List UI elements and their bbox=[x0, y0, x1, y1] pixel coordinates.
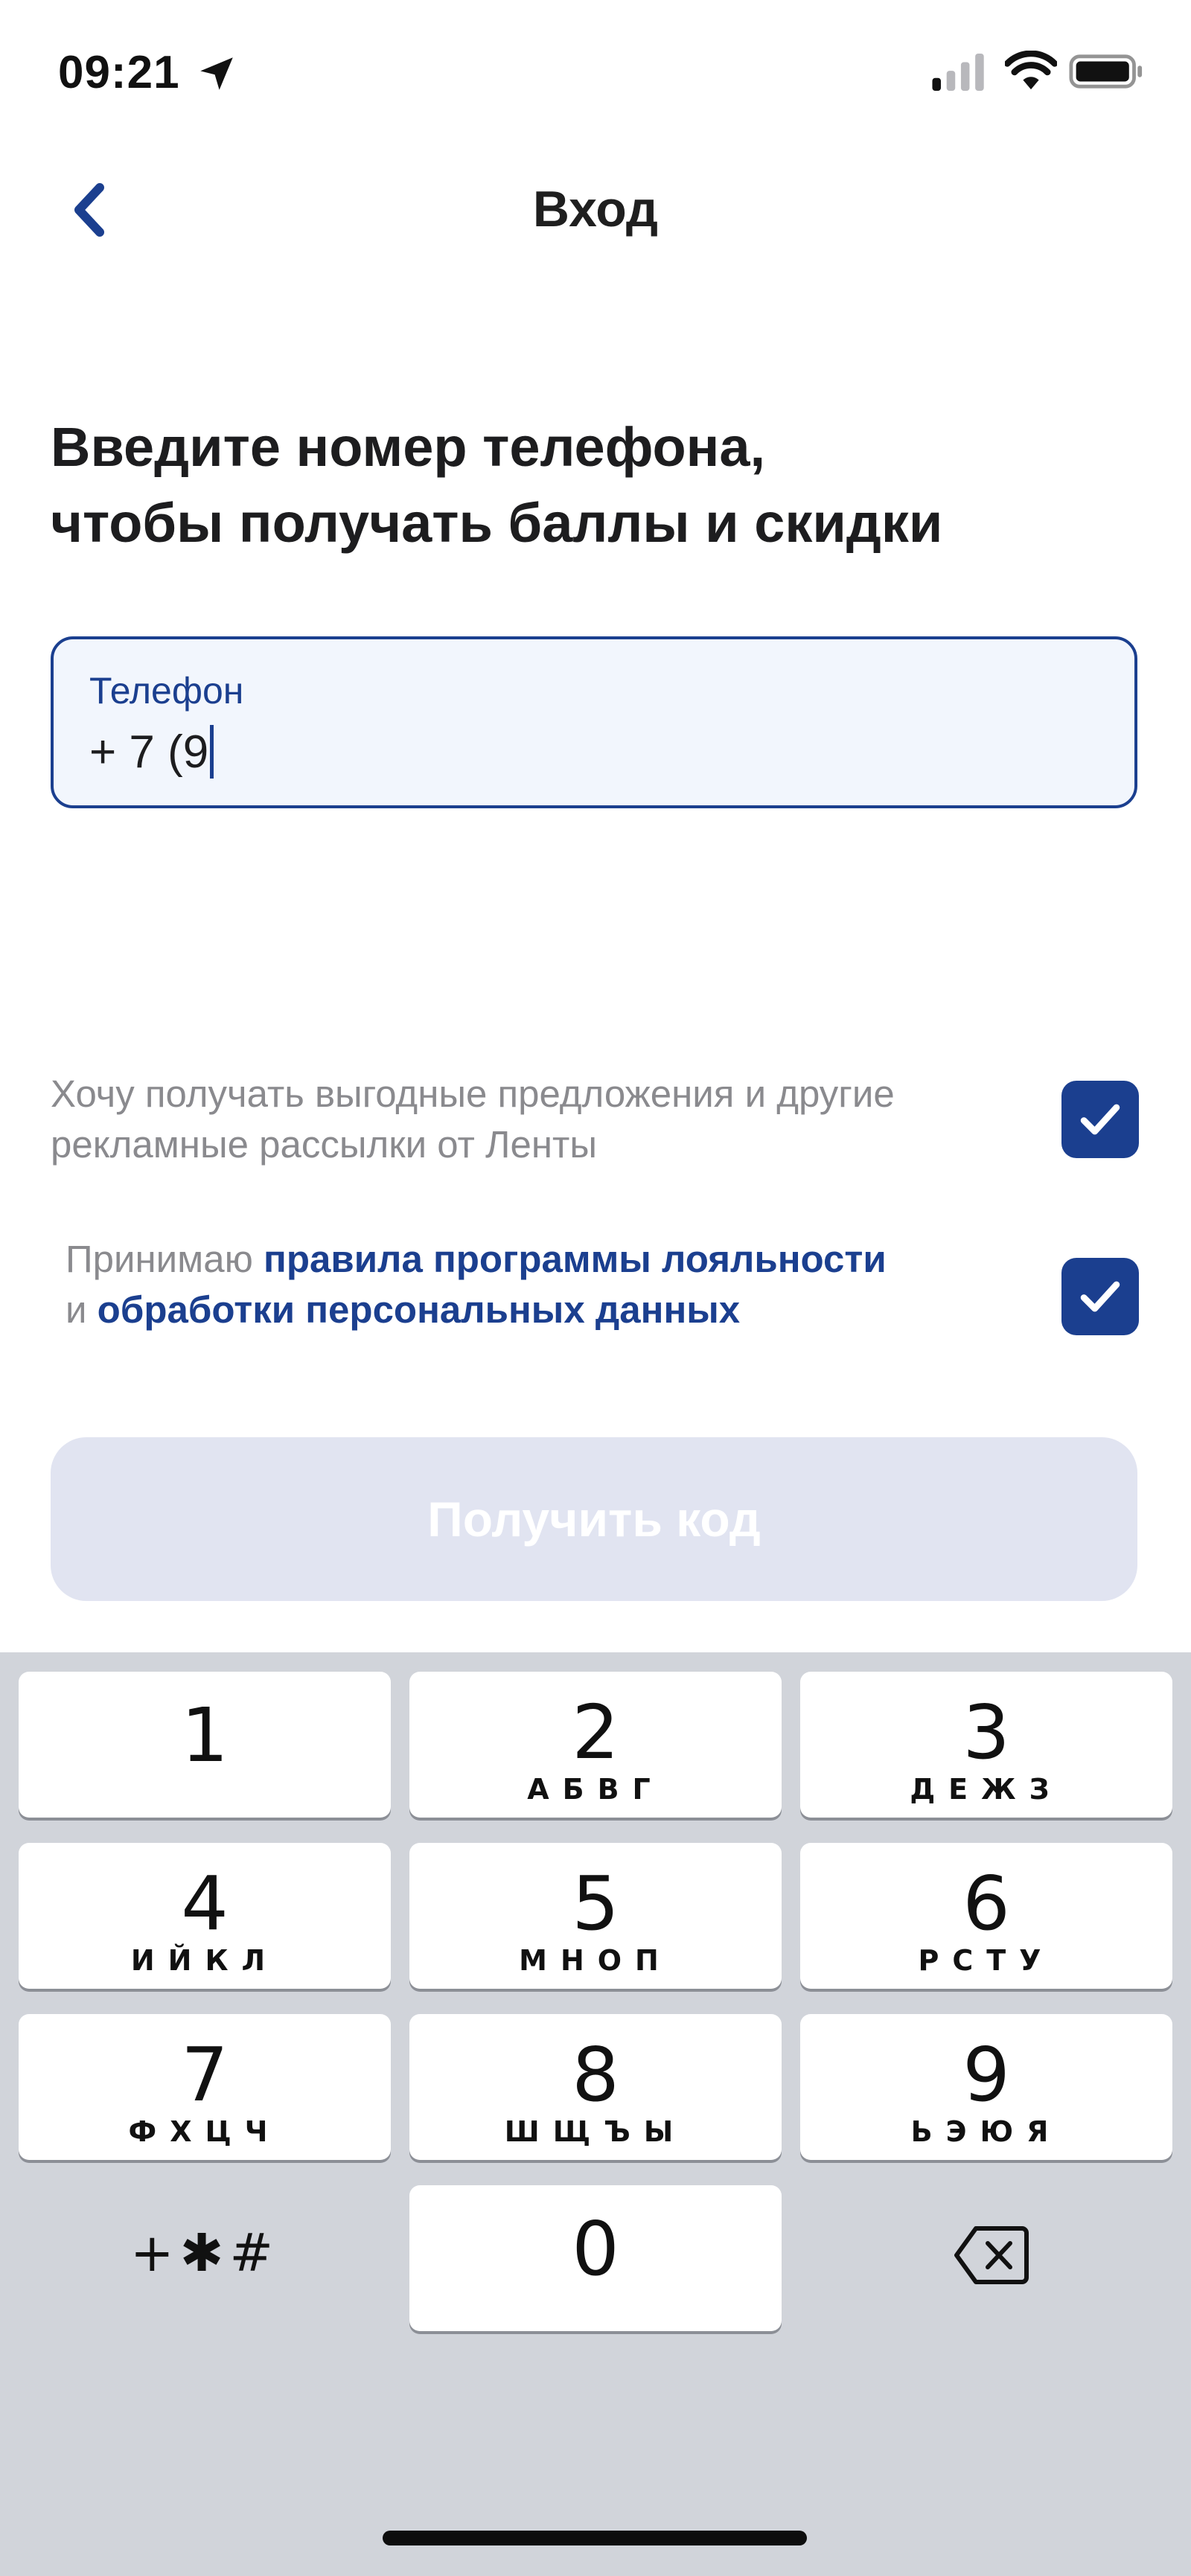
key-digit: 9 bbox=[962, 2031, 1010, 2118]
key-letters: ФХЦЧ bbox=[128, 2115, 281, 2148]
wifi-icon bbox=[1005, 51, 1057, 90]
cellular-signal-icon bbox=[932, 54, 984, 91]
delete-key[interactable] bbox=[800, 2185, 1172, 2331]
phone-field-label: Телефон bbox=[89, 670, 244, 712]
heading-line-2: чтобы получать баллы и скидки bbox=[51, 492, 943, 554]
loyalty-rules-link[interactable]: правила программы лояльности bbox=[264, 1238, 887, 1280]
key-digit: 4 bbox=[181, 1860, 229, 1947]
personal-data-link[interactable]: обработки персональных данных bbox=[98, 1288, 741, 1331]
consent-ads-checkbox[interactable] bbox=[1061, 1081, 1139, 1158]
consent-rules-prefix: Принимаю bbox=[66, 1238, 264, 1280]
location-arrow-icon bbox=[200, 57, 233, 90]
consent-rules-joiner: и bbox=[66, 1288, 98, 1331]
key-2[interactable]: 2 АБВГ bbox=[409, 1672, 782, 1818]
backspace-icon bbox=[954, 2226, 1029, 2284]
checkmark-icon bbox=[1080, 1281, 1120, 1312]
phone-input-value: + 7 (9 bbox=[89, 726, 209, 778]
key-letters: ИЙКЛ bbox=[130, 1944, 279, 1977]
key-4[interactable]: 4 ИЙКЛ bbox=[19, 1843, 391, 1989]
home-indicator bbox=[383, 2531, 807, 2545]
key-9[interactable]: 9 ЬЭЮЯ bbox=[800, 2014, 1172, 2160]
key-letters: МНОП bbox=[519, 1944, 672, 1977]
key-0[interactable]: 0 bbox=[409, 2185, 782, 2331]
key-letters: РСТУ bbox=[918, 1944, 1055, 1977]
battery-icon bbox=[1069, 54, 1143, 89]
status-time: 09:21 bbox=[58, 47, 180, 98]
key-digit: 2 bbox=[572, 1689, 619, 1776]
key-5[interactable]: 5 МНОП bbox=[409, 1843, 782, 1989]
get-code-button[interactable]: Получить код bbox=[51, 1437, 1137, 1601]
key-digit: 0 bbox=[572, 2205, 619, 2292]
phone-field[interactable]: Телефон + 7 (9 bbox=[51, 636, 1137, 808]
key-1[interactable]: 1 bbox=[19, 1672, 391, 1818]
consent-rules-text: Принимаю правила программы лояльности и … bbox=[66, 1234, 1033, 1335]
checkmark-icon bbox=[1080, 1104, 1120, 1135]
heading-line-1: Введите номер телефона, bbox=[51, 416, 766, 478]
heading: Введите номер телефона, чтобы получать б… bbox=[51, 409, 1137, 561]
page-title: Вход bbox=[532, 181, 659, 237]
key-digit: 7 bbox=[181, 2031, 229, 2118]
key-letters: ШЩЪЫ bbox=[504, 2115, 687, 2148]
numeric-keypad: 1 2 АБВГ 3 ДЕЖЗ 4 ИЙКЛ 5 МНОП 6 РСТУ 7 Ф… bbox=[0, 1652, 1191, 2576]
key-symbols-label: +✱# bbox=[130, 2222, 279, 2283]
key-letters: АБВГ bbox=[527, 1773, 664, 1806]
consent-ads-line-1: Хочу получать выгодные предложения и дру… bbox=[51, 1073, 895, 1115]
key-digit: 5 bbox=[572, 1860, 619, 1947]
key-6[interactable]: 6 РСТУ bbox=[800, 1843, 1172, 1989]
consent-ads-text: Хочу получать выгодные предложения и дру… bbox=[51, 1069, 1018, 1170]
key-3[interactable]: 3 ДЕЖЗ bbox=[800, 1672, 1172, 1818]
key-7[interactable]: 7 ФХЦЧ bbox=[19, 2014, 391, 2160]
key-letters: ДЕЖЗ bbox=[910, 1773, 1063, 1806]
key-8[interactable]: 8 ШЩЪЫ bbox=[409, 2014, 782, 2160]
key-digit: 8 bbox=[572, 2031, 619, 2118]
consent-rules-checkbox[interactable] bbox=[1061, 1258, 1139, 1335]
consent-ads-line-2: рекламные рассылки от Ленты bbox=[51, 1123, 598, 1166]
phone-input[interactable]: + 7 (9 bbox=[89, 725, 214, 779]
key-digit: 3 bbox=[962, 1689, 1010, 1776]
key-digit: 6 bbox=[962, 1860, 1010, 1947]
key-letters: ЬЭЮЯ bbox=[910, 2115, 1062, 2148]
key-symbols[interactable]: +✱# bbox=[19, 2185, 391, 2331]
key-digit: 1 bbox=[181, 1692, 229, 1779]
text-cursor bbox=[210, 725, 214, 779]
